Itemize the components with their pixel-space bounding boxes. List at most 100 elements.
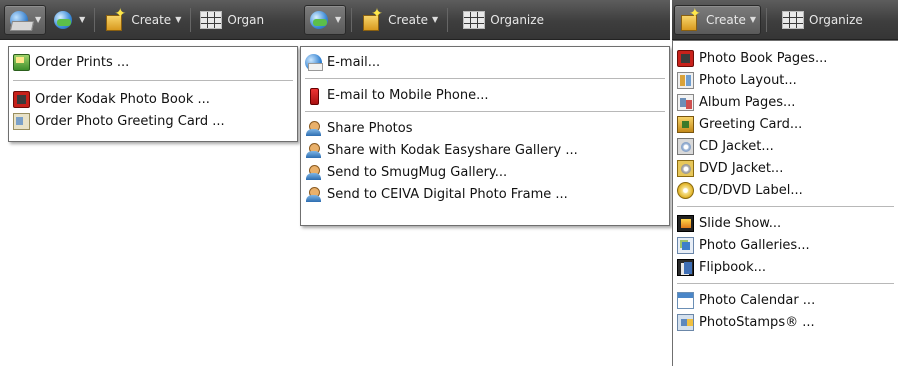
- menu-item-share-easyshare[interactable]: Share with Kodak Easyshare Gallery ...: [301, 139, 669, 161]
- menu-separator: [13, 80, 293, 81]
- menu-item-photo-layout[interactable]: Photo Layout...: [673, 69, 898, 91]
- organize-button[interactable]: Organize: [459, 5, 548, 35]
- album-pages-icon: [677, 93, 694, 111]
- menu-item-label: Photo Book Pages...: [699, 50, 828, 66]
- menu-item-label: Send to CEIVA Digital Photo Frame ...: [327, 186, 568, 202]
- menu-item-album-pages[interactable]: Album Pages...: [673, 91, 898, 113]
- menu-item-label: CD Jacket...: [699, 138, 774, 154]
- chevron-down-icon: ▼: [175, 15, 182, 24]
- share-button[interactable]: ▼: [4, 4, 47, 35]
- menu-item-send-smugmug[interactable]: Send to SmugMug Gallery...: [301, 161, 669, 183]
- menu-item-flipbook[interactable]: Flipbook...: [673, 256, 898, 278]
- menu-item-photo-book-pages[interactable]: Photo Book Pages...: [673, 47, 898, 69]
- chevron-down-icon: ▼: [35, 15, 42, 24]
- create-star-icon: [679, 6, 701, 31]
- share-people-icon: [305, 120, 322, 137]
- menu-item-order-greeting-card[interactable]: Order Photo Greeting Card ...: [9, 110, 297, 132]
- menu-item-label: Photo Calendar ...: [699, 292, 816, 308]
- menu-item-dvd-jacket[interactable]: DVD Jacket...: [673, 157, 898, 179]
- share-people-icon: [305, 164, 322, 181]
- greeting-card-icon: [677, 115, 694, 133]
- chevron-down-icon: ▼: [335, 15, 342, 24]
- globe-web-icon: [309, 10, 331, 30]
- create-label: Create: [388, 12, 429, 27]
- photo-galleries-icon: [677, 236, 694, 254]
- cd-jacket-icon: [677, 137, 694, 155]
- toolbar-divider: [766, 7, 768, 32]
- menu-item-photostamps[interactable]: PhotoStamps® ...: [673, 311, 898, 333]
- disc-label-icon: [677, 181, 694, 199]
- greeting-card-icon: [13, 112, 30, 130]
- create-star-icon: [104, 6, 126, 31]
- globe-web-icon: [53, 10, 75, 30]
- organize-label: Organize: [809, 12, 863, 27]
- photo-book-pages-icon: [677, 49, 694, 67]
- menu-item-share-photos[interactable]: Share Photos: [301, 117, 669, 139]
- menu-item-label: Share Photos: [327, 120, 413, 136]
- share-icon: [9, 10, 31, 30]
- organize-grid-icon: [463, 10, 486, 29]
- menu-item-order-photo-book[interactable]: Order Kodak Photo Book ...: [9, 88, 297, 110]
- create-star-icon: [361, 6, 383, 31]
- menu-item-label: Greeting Card...: [699, 116, 803, 132]
- menu-item-label: Order Kodak Photo Book ...: [35, 91, 210, 107]
- create-label: Create: [706, 12, 746, 27]
- mobile-phone-icon: [305, 87, 322, 105]
- create-button[interactable]: Create ▼: [357, 5, 442, 35]
- menu-item-label: Send to SmugMug Gallery...: [327, 164, 508, 180]
- create-button[interactable]: Create ▼: [674, 4, 762, 35]
- menu-item-label: E-mail to Mobile Phone...: [327, 87, 489, 103]
- toolbar-left: ▼ ▼ Create ▼ Organ: [0, 0, 302, 40]
- toolbar-middle: ▼ Create ▼ Organize: [302, 0, 670, 40]
- toolbar-divider: [447, 7, 449, 32]
- menu-item-send-ceiva[interactable]: Send to CEIVA Digital Photo Frame ...: [301, 183, 669, 205]
- menu-item-label: PhotoStamps® ...: [699, 314, 815, 330]
- organize-button[interactable]: Organ: [196, 5, 268, 35]
- flipbook-icon: [677, 258, 694, 276]
- menu-item-photo-galleries[interactable]: Photo Galleries...: [673, 234, 898, 256]
- menu-item-label: Flipbook...: [699, 259, 767, 275]
- photo-book-icon: [13, 90, 30, 108]
- menu-item-label: Album Pages...: [699, 94, 796, 110]
- prints-icon: [13, 53, 30, 71]
- create-label: Create: [131, 12, 172, 27]
- organize-label: Organize: [490, 12, 544, 27]
- menu-item-disc-label[interactable]: CD/DVD Label...: [673, 179, 898, 201]
- toolbar-divider: [351, 7, 353, 32]
- menu-item-label: Photo Layout...: [699, 72, 797, 88]
- chevron-down-icon: ▼: [432, 15, 439, 24]
- menu-separator: [305, 78, 665, 79]
- menu-item-slide-show[interactable]: Slide Show...: [673, 212, 898, 234]
- create-menu: Photo Book Pages... Photo Layout... Albu…: [672, 40, 898, 366]
- menu-separator: [305, 111, 665, 112]
- dvd-jacket-icon: [677, 159, 694, 177]
- menu-item-label: DVD Jacket...: [699, 160, 784, 176]
- calendar-icon: [677, 291, 694, 309]
- menu-item-order-prints[interactable]: Order Prints ...: [9, 51, 297, 73]
- toolbar-divider: [190, 7, 192, 32]
- menu-item-label: Share with Kodak Easyshare Gallery ...: [327, 142, 578, 158]
- photo-layout-icon: [677, 71, 694, 89]
- menu-item-label: CD/DVD Label...: [699, 182, 803, 198]
- share-people-icon: [305, 186, 322, 203]
- share-menu: E-mail... E-mail to Mobile Phone... Shar…: [300, 46, 670, 226]
- menu-item-label: Order Photo Greeting Card ...: [35, 113, 225, 129]
- photostamps-icon: [677, 313, 694, 331]
- menu-item-photo-calendar[interactable]: Photo Calendar ...: [673, 289, 898, 311]
- chevron-down-icon: ▼: [79, 15, 86, 24]
- menu-item-label: Slide Show...: [699, 215, 782, 231]
- menu-item-email-mobile[interactable]: E-mail to Mobile Phone...: [301, 84, 669, 106]
- organize-button[interactable]: Organize: [778, 5, 867, 35]
- create-button[interactable]: Create ▼: [100, 5, 185, 35]
- menu-item-cd-jacket[interactable]: CD Jacket...: [673, 135, 898, 157]
- toolbar-right: Create ▼ Organize: [672, 0, 898, 40]
- organize-label: Organ: [227, 12, 265, 27]
- order-menu: Order Prints ... Order Kodak Photo Book …: [8, 46, 298, 142]
- menu-item-email[interactable]: E-mail...: [301, 51, 669, 73]
- web-share-button[interactable]: ▼: [49, 5, 89, 35]
- menu-separator: [677, 283, 894, 284]
- menu-item-greeting-card[interactable]: Greeting Card...: [673, 113, 898, 135]
- organize-grid-icon: [782, 10, 805, 29]
- web-share-button[interactable]: ▼: [304, 4, 347, 35]
- email-icon: [305, 53, 323, 71]
